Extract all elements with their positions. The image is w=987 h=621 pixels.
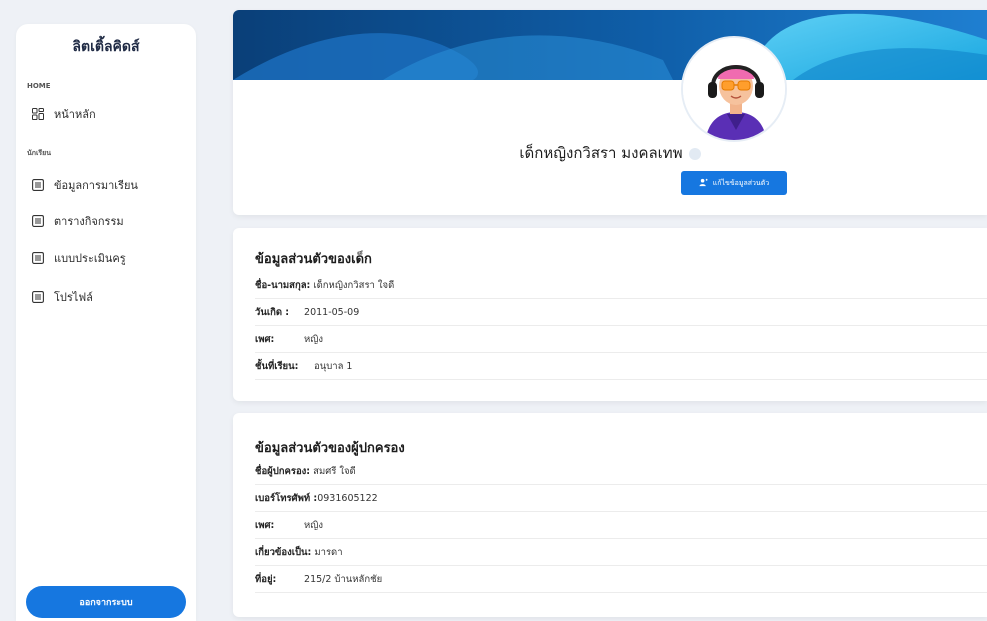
info-value: เด็กหญิงกวิสรา ใจดี <box>313 279 395 291</box>
list-icon <box>32 252 44 264</box>
info-value: 2011-05-09 <box>304 306 360 318</box>
logout-button[interactable]: ออกจากระบบ <box>26 586 186 618</box>
sidebar-item-activities[interactable]: ตารางกิจกรรม <box>32 210 124 232</box>
child-info-title: ข้อมูลส่วนตัวของเด็ก <box>255 252 372 267</box>
info-row: เบอร์โทรศัพท์ : 0931605122 <box>255 485 987 512</box>
sidebar-item-attendance[interactable]: ข้อมูลการมาเรียน <box>32 174 138 196</box>
sidebar-item-profile[interactable]: โปรไฟล์ <box>32 286 93 308</box>
section-label-home: HOME <box>27 82 51 90</box>
info-label: เพศ: <box>255 333 275 345</box>
brand-logo-text: ลิตเติ้ลคิดส์ <box>72 39 140 55</box>
info-label: ชื่อผู้ปกครอง: <box>255 465 311 477</box>
info-row: เกี่ยวข้องเป็น: มารดา <box>255 539 987 566</box>
parent-info-title: ข้อมูลส่วนตัวของผู้ปกครอง <box>255 441 405 456</box>
edit-profile-button[interactable]: แก้ไขข้อมูลส่วนตัว <box>681 171 787 195</box>
info-label: ชื่อ-นามสกุล: <box>255 279 311 291</box>
info-row: วันเกิด : 2011-05-09 <box>255 299 987 326</box>
info-value: หญิง <box>304 519 324 531</box>
info-value: อนุบาล 1 <box>314 360 353 372</box>
info-label: วันเกิด : <box>255 306 290 318</box>
list-icon <box>32 291 44 303</box>
sidebar-item-label: ตารางกิจกรรม <box>54 215 124 228</box>
dashboard-icon <box>32 108 44 120</box>
edit-profile-label: แก้ไขข้อมูลส่วนตัว <box>712 178 770 187</box>
info-row: เพศ: หญิง <box>255 512 987 539</box>
student-name-text: เด็กหญิงกวิสรา มงคลเทพ <box>519 144 683 162</box>
info-value: หญิง <box>304 333 324 345</box>
info-value: 0931605122 <box>317 492 378 504</box>
info-label: ที่อยู่: <box>255 573 277 585</box>
sidebar-item-label: โปรไฟล์ <box>54 291 93 304</box>
avatar <box>681 36 787 142</box>
section-label-students: นักเรียน <box>27 149 52 157</box>
info-row: เพศ: หญิง <box>255 326 987 353</box>
sidebar-item-home[interactable]: หน้าหลัก <box>32 103 96 125</box>
profile-banner <box>233 10 987 80</box>
student-full-name: เด็กหญิงกวิสรา มงคลเทพ <box>233 141 987 165</box>
child-info-card: ข้อมูลส่วนตัวของเด็ก ชื่อ-นามสกุล: เด็กห… <box>233 228 987 401</box>
sidebar-item-label: แบบประเมินครู <box>54 252 126 265</box>
profile-card: เด็กหญิงกวิสรา มงคลเทพ แก้ไขข้อมูลส่วนตั… <box>233 10 987 215</box>
info-row: ชื่อผู้ปกครอง: สมศรี ใจดี <box>255 458 987 485</box>
sidebar-item-teacher-evaluation[interactable]: แบบประเมินครู <box>32 247 126 269</box>
sidebar-item-label: ข้อมูลการมาเรียน <box>54 179 138 192</box>
user-edit-icon <box>699 178 708 189</box>
info-label: ชั้นที่เรียน: <box>255 360 299 372</box>
info-label: เกี่ยวข้องเป็น: <box>255 546 312 558</box>
list-icon <box>32 215 44 227</box>
list-icon <box>32 179 44 191</box>
info-value: สมศรี ใจดี <box>313 465 356 477</box>
status-dot-icon <box>688 147 701 160</box>
info-value: มารดา <box>314 546 343 558</box>
avatar-illustration <box>683 38 785 140</box>
info-value: 215/2 บ้านหลักชัย <box>304 573 383 585</box>
info-label: เบอร์โทรศัพท์ : <box>255 492 318 504</box>
info-row: ชั้นที่เรียน: อนุบาล 1 <box>255 353 987 380</box>
info-row: ชื่อ-นามสกุล: เด็กหญิงกวิสรา ใจดี <box>255 272 987 299</box>
sidebar-item-label: หน้าหลัก <box>54 108 96 121</box>
info-row: ที่อยู่: 215/2 บ้านหลักชัย <box>255 566 987 593</box>
sidebar: ลิตเติ้ลคิดส์ HOME หน้าหลัก นักเรียน ข้อ… <box>16 24 196 621</box>
info-label: เพศ: <box>255 519 275 531</box>
parent-info-card: ข้อมูลส่วนตัวของผู้ปกครอง ชื่อผู้ปกครอง:… <box>233 413 987 617</box>
